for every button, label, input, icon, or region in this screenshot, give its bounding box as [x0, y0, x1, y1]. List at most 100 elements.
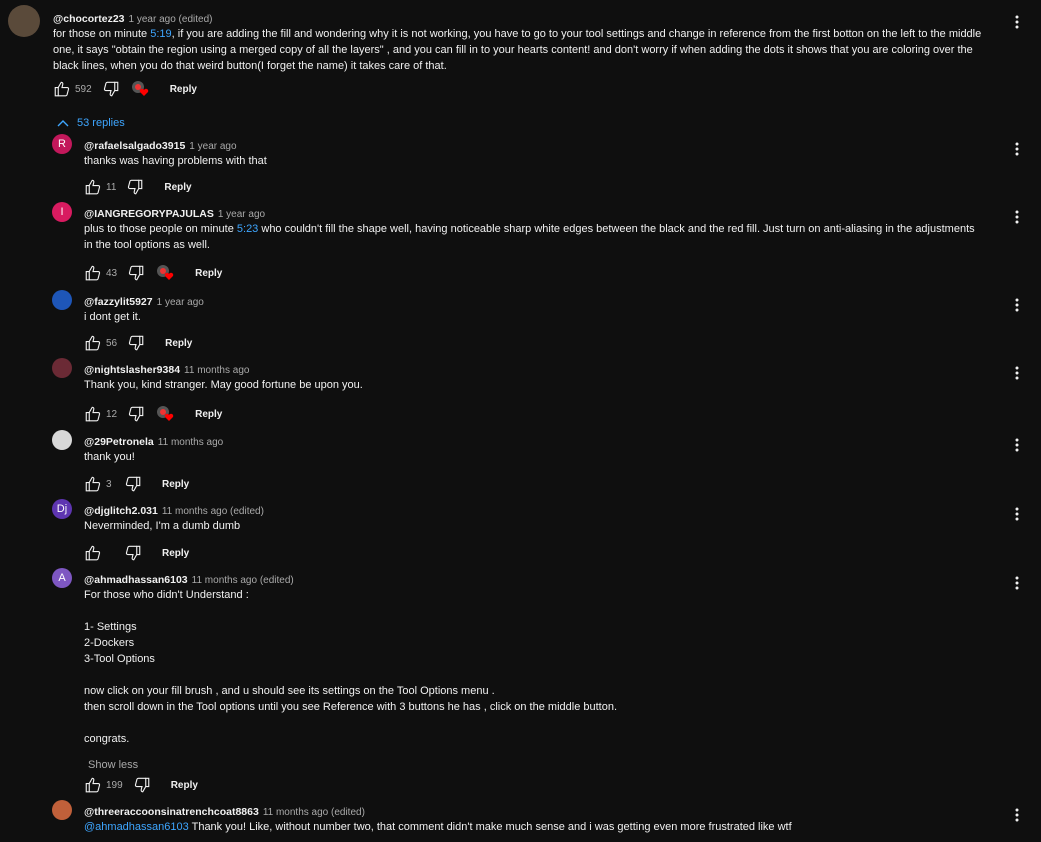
timestamp-link[interactable]: @ahmadhassan6103: [84, 821, 189, 833]
timestamp-link[interactable]: 5:19: [150, 28, 171, 40]
more-options-icon[interactable]: [1015, 576, 1019, 590]
text-line: 1- Settings: [84, 619, 617, 635]
comment-actions: 11 Reply: [84, 177, 192, 197]
dislike-icon[interactable]: [127, 334, 145, 352]
comment-time[interactable]: 11 months ago: [158, 437, 223, 448]
show-less-button[interactable]: Show less: [88, 759, 138, 771]
text-segment: For those who didn't Understand :: [84, 589, 249, 601]
like-icon[interactable]: [84, 776, 102, 794]
creator-heart-icon: [155, 404, 175, 424]
comment-header: @IANGREGORYPAJULAS 1 year ago: [84, 208, 265, 220]
comment-time[interactable]: 1 year ago: [218, 209, 265, 220]
like-icon[interactable]: [84, 334, 102, 352]
comment-time[interactable]: 11 months ago: [184, 365, 249, 376]
like-count: 199: [106, 779, 123, 791]
like-icon[interactable]: [84, 544, 102, 562]
avatar[interactable]: R: [52, 134, 72, 154]
comment-time[interactable]: 1 year ago: [189, 141, 236, 152]
author-name[interactable]: @IANGREGORYPAJULAS: [84, 208, 214, 220]
avatar-letter: A: [58, 572, 66, 584]
like-count: 56: [106, 337, 118, 349]
comment-time[interactable]: 1 year ago: [157, 297, 204, 308]
text-segment: thanks was having problems with that: [84, 155, 267, 167]
comment-header: @ahmadhassan6103 11 months ago (edited): [84, 574, 294, 586]
text-segment: 2-Dockers: [84, 637, 135, 649]
comment-time[interactable]: 11 months ago (edited): [263, 807, 365, 818]
reply-button[interactable]: Reply: [162, 479, 189, 490]
dislike-icon[interactable]: [102, 80, 120, 98]
avatar[interactable]: [8, 5, 40, 37]
like-icon[interactable]: [84, 178, 102, 196]
text-segment: now click on your fill brush , and u sho…: [84, 685, 495, 697]
more-options-icon[interactable]: [1015, 210, 1019, 224]
author-name[interactable]: @nightslasher9384: [84, 364, 180, 376]
text-segment: for those on minute: [53, 28, 151, 40]
like-icon[interactable]: [84, 475, 102, 493]
reply-button[interactable]: Reply: [195, 268, 222, 279]
text-line: for those on minute 5:19, if you are add…: [53, 26, 981, 42]
author-name[interactable]: @djglitch2.031: [84, 505, 158, 517]
text-line: [84, 603, 617, 619]
like-icon[interactable]: [84, 264, 102, 282]
like-count: 592: [75, 83, 92, 95]
dislike-icon[interactable]: [124, 544, 142, 562]
more-options-icon[interactable]: [1015, 366, 1019, 380]
more-options-icon[interactable]: [1015, 507, 1019, 521]
avatar-letter: I: [60, 206, 64, 218]
comment-actions: Reply: [84, 543, 189, 563]
text-line: thank you!: [84, 449, 135, 465]
comment-time[interactable]: 1 year ago (edited): [129, 14, 213, 25]
more-options-icon[interactable]: [1015, 15, 1019, 29]
comment-actions: 199 Reply: [84, 775, 198, 795]
comment-actions: 43 Reply: [84, 263, 222, 283]
dislike-icon[interactable]: [126, 178, 144, 196]
author-name[interactable]: @ahmadhassan6103: [84, 574, 188, 586]
comment-time[interactable]: 11 months ago (edited): [192, 575, 294, 586]
comment-header: @29Petronela 11 months ago: [84, 436, 223, 448]
comment-text: thanks was having problems with that: [84, 153, 267, 169]
avatar[interactable]: [52, 358, 72, 378]
avatar[interactable]: A: [52, 568, 72, 588]
timestamp-link[interactable]: 5:23: [237, 223, 258, 235]
text-segment: then scroll down in the Tool options unt…: [84, 701, 618, 713]
author-name[interactable]: @fazzylit5927: [84, 296, 153, 308]
text-line: congrats.: [84, 731, 617, 747]
author-name[interactable]: @threeraccoonsinatrenchcoat8863: [84, 806, 259, 818]
text-segment: in the tool options as well.: [84, 239, 210, 251]
avatar[interactable]: [52, 430, 72, 450]
replies-count: 53 replies: [77, 117, 125, 129]
comment-text: Thank you, kind stranger. May good fortu…: [84, 377, 363, 393]
more-options-icon[interactable]: [1015, 298, 1019, 312]
dislike-icon[interactable]: [127, 264, 145, 282]
reply-button[interactable]: Reply: [165, 338, 192, 349]
like-icon[interactable]: [53, 80, 71, 98]
chevron-up-icon: [57, 120, 69, 127]
reply-button[interactable]: Reply: [171, 780, 198, 791]
author-name[interactable]: @chocortez23: [53, 13, 125, 25]
text-segment: , if you are adding the fill and wonderi…: [171, 28, 982, 40]
avatar[interactable]: Dj: [52, 499, 72, 519]
author-name[interactable]: @29Petronela: [84, 436, 154, 448]
avatar[interactable]: I: [52, 202, 72, 222]
dislike-icon[interactable]: [133, 776, 151, 794]
reply-button[interactable]: Reply: [164, 182, 191, 193]
avatar-letter: Dj: [56, 503, 68, 515]
reply-button[interactable]: Reply: [170, 84, 197, 95]
like-icon[interactable]: [84, 405, 102, 423]
text-segment: 3-Tool Options: [84, 653, 155, 665]
dislike-icon[interactable]: [124, 475, 142, 493]
comment-header: @rafaelsalgado3915 1 year ago: [84, 140, 237, 152]
reply-button[interactable]: Reply: [195, 409, 222, 420]
more-options-icon[interactable]: [1015, 142, 1019, 156]
comment-time[interactable]: 11 months ago (edited): [162, 506, 264, 517]
more-options-icon[interactable]: [1015, 438, 1019, 452]
reply-button[interactable]: Reply: [162, 548, 189, 559]
comment-actions: 592 Reply: [53, 79, 197, 99]
dislike-icon[interactable]: [127, 405, 145, 423]
text-segment: 1- Settings: [84, 621, 137, 633]
author-name[interactable]: @rafaelsalgado3915: [84, 140, 185, 152]
more-options-icon[interactable]: [1015, 808, 1019, 822]
replies-toggle[interactable]: 53 replies: [57, 117, 125, 129]
avatar[interactable]: [52, 290, 72, 310]
avatar[interactable]: [52, 800, 72, 820]
